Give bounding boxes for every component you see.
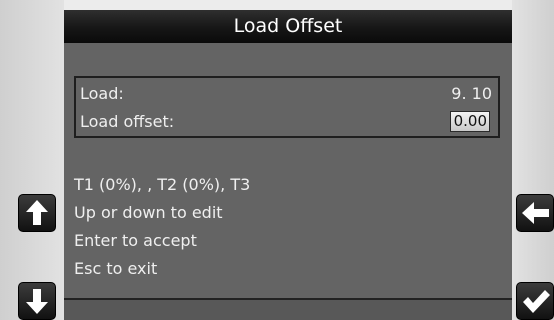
accept-button[interactable] — [516, 282, 554, 320]
load-label: Load: — [80, 84, 124, 103]
load-value: 9. 10 — [451, 84, 492, 103]
arrow-down-icon — [26, 289, 48, 314]
load-offset-label: Load offset: — [80, 112, 175, 131]
checkmark-icon — [523, 290, 550, 313]
display-screen: Load Offset Load: 9. 10 Load offset: 0.0… — [64, 10, 512, 320]
arrow-left-icon — [522, 202, 549, 224]
down-button[interactable] — [18, 282, 56, 320]
page-title: Load Offset — [64, 10, 512, 43]
back-button[interactable] — [516, 194, 554, 232]
arrow-up-icon — [26, 200, 48, 225]
load-offset-row: Load offset: 0.00 — [80, 108, 492, 136]
load-offset-field[interactable]: 0.00 — [450, 111, 490, 132]
instruction-accept: Enter to accept — [74, 231, 197, 250]
load-row: Load: 9. 10 — [80, 80, 492, 108]
status-line: T1 (0%), , T2 (0%), T3 — [74, 175, 251, 194]
instruction-exit: Esc to exit — [74, 259, 158, 278]
up-button[interactable] — [18, 194, 56, 232]
right-bezel — [512, 0, 554, 320]
bottom-bar — [64, 298, 512, 320]
readout-panel: Load: 9. 10 Load offset: 0.00 — [74, 76, 500, 138]
instruction-edit: Up or down to edit — [74, 203, 223, 222]
left-bezel — [0, 0, 64, 320]
